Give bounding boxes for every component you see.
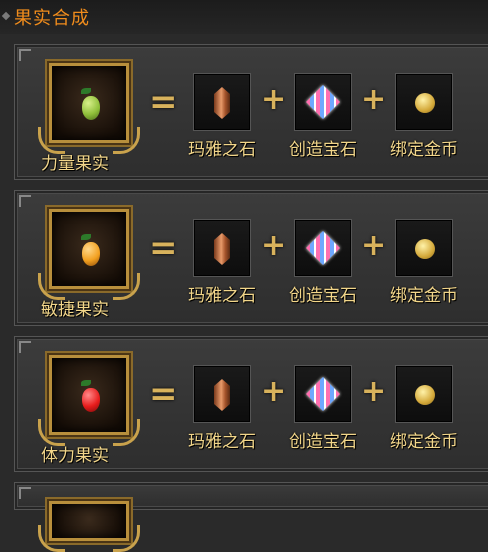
mayan-stone-icon [214,379,230,411]
creation-gem-icon [306,85,340,119]
fruit-slot-partial[interactable] [38,501,140,552]
diamond-icon [1,11,11,21]
fruit-name: 敏捷果实 [41,300,109,320]
material-slot-mayan-stone[interactable] [193,219,251,277]
material-label: 玛雅之石 [188,140,256,160]
fruit-leaf [81,234,91,240]
recipe-panel-partial [14,482,488,552]
material-label: 绑定金币 [390,286,458,306]
fruit-icon [77,234,107,268]
material-slot-creation-gem[interactable] [294,365,352,423]
plus-sign: + [261,82,287,117]
material-slot-creation-gem[interactable] [294,73,352,131]
fruit-body [82,388,100,412]
page-title: 果实合成 [14,8,90,29]
panel-corner-ornament [19,487,31,499]
fruit-leaf [81,88,91,94]
material-slot-mayan-stone[interactable] [193,365,251,423]
fruit-body [82,242,100,266]
material-label: 绑定金币 [390,140,458,160]
panel-corner-ornament [19,195,31,207]
gold-coin-icon [415,93,435,113]
gold-coin-icon [415,239,435,259]
mayan-stone-icon [214,233,230,265]
material-slot-mayan-stone[interactable] [193,73,251,131]
fruit-leaf [81,380,91,386]
plus-sign: + [261,228,287,263]
panel-corner-ornament [19,49,31,61]
material-label: 创造宝石 [289,432,357,452]
fruit-name: 力量果实 [41,154,109,174]
fruit-slot-stamina[interactable] [38,355,140,446]
material-label: 创造宝石 [289,286,357,306]
fruit-slot-agility[interactable] [38,209,140,300]
fruit-icon [77,88,107,122]
material-slot-gold-coin[interactable] [395,219,453,277]
recipe-panel-agility: 敏捷果实 = + + 玛雅之石 创造宝石 绑定金币 [14,190,488,326]
creation-gem-icon [306,377,340,411]
fruit-body [82,96,100,120]
material-slot-gold-coin[interactable] [395,73,453,131]
recipe-panel-strength: 力量果实 = + + 玛雅之石 创造宝石 绑定金币 [14,44,488,180]
recipe-panel-stamina: 体力果实 = + + 玛雅之石 创造宝石 绑定金币 [14,336,488,472]
equals-sign: = [149,82,178,122]
gold-coin-icon [415,385,435,405]
panel-corner-ornament [19,341,31,353]
fruit-name: 体力果实 [41,446,109,466]
material-label: 玛雅之石 [188,432,256,452]
mayan-stone-icon [214,87,230,119]
equals-sign: = [149,228,178,268]
plus-sign: + [361,82,387,117]
material-label: 玛雅之石 [188,286,256,306]
plus-sign: + [361,374,387,409]
material-label: 创造宝石 [289,140,357,160]
equals-sign: = [149,374,178,414]
material-slot-creation-gem[interactable] [294,219,352,277]
plus-sign: + [261,374,287,409]
creation-gem-icon [306,231,340,265]
material-label: 绑定金币 [390,432,458,452]
window-header: 果实合成 [0,0,488,34]
material-slot-gold-coin[interactable] [395,365,453,423]
plus-sign: + [361,228,387,263]
fruit-slot-strength[interactable] [38,63,140,154]
fruit-icon [77,380,107,414]
